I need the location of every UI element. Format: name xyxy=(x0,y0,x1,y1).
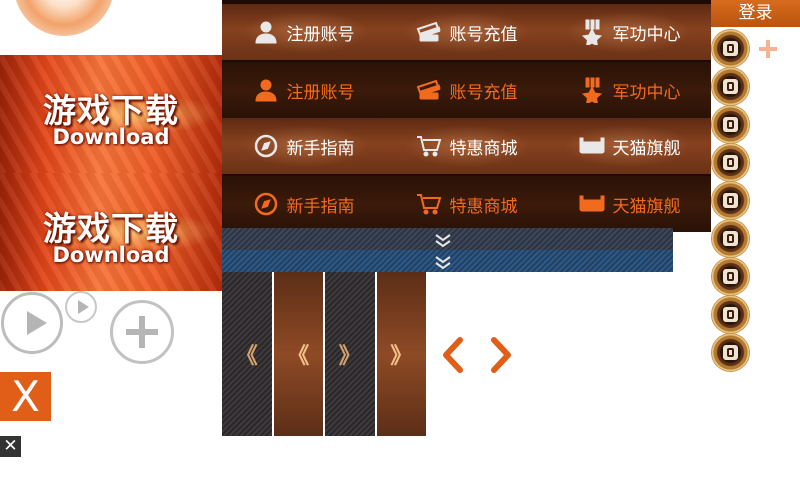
menu-row: 注册账号 账号充值 军功中心 xyxy=(222,62,711,118)
menu-item-label: 注册账号 xyxy=(286,82,355,103)
banner-title-en: Download xyxy=(52,125,170,149)
login-button[interactable]: 登录 xyxy=(711,0,800,27)
prev-page-button[interactable]: 《 xyxy=(222,272,272,436)
tmall-icon xyxy=(579,137,604,154)
user-icon xyxy=(254,21,277,44)
compass-icon xyxy=(254,192,277,216)
menu-item-tmall-store[interactable]: 天猫旗舰 xyxy=(548,176,711,232)
pager-buttons: 《 《 》 》 xyxy=(222,272,426,436)
menu-item-merit-center[interactable]: 军功中心 xyxy=(548,4,711,60)
clapper-icon[interactable] xyxy=(712,258,749,295)
download-banner-2[interactable]: 游戏下载 Download xyxy=(0,173,222,291)
headset-icon[interactable] xyxy=(712,144,749,181)
medal-star-icon xyxy=(581,19,602,45)
menu-item-label: 新手指南 xyxy=(286,196,355,217)
menu-item-beginner-guide[interactable]: 新手指南 xyxy=(222,176,385,232)
menu-item-register[interactable]: 注册账号 xyxy=(222,4,385,60)
link-icon[interactable] xyxy=(712,30,749,67)
expand-toggle[interactable] xyxy=(222,228,673,272)
top-glow xyxy=(0,0,222,55)
chevron-right-icon xyxy=(491,337,511,373)
menu-item-label: 军功中心 xyxy=(612,82,681,103)
download-banner-1[interactable]: 游戏下载 Download xyxy=(0,55,222,173)
medal-star-icon xyxy=(581,77,602,103)
menu-item-label: 军功中心 xyxy=(612,24,681,45)
menu-item-label: 特惠商城 xyxy=(449,196,518,217)
plus-icon[interactable] xyxy=(757,38,779,60)
list-icon[interactable] xyxy=(712,334,749,371)
user-icon xyxy=(254,79,277,102)
chevron-left-icon xyxy=(443,337,463,373)
menu-item-discount-mall[interactable]: 特惠商城 xyxy=(385,176,548,232)
close-button-small[interactable]: ✕ xyxy=(0,436,21,457)
menu-item-merit-center[interactable]: 军功中心 xyxy=(548,62,711,118)
plus-circle-icon[interactable] xyxy=(110,300,174,364)
grid-icon[interactable] xyxy=(712,182,749,219)
next-page-button-hover[interactable]: 》 xyxy=(376,272,426,436)
menu-item-recharge[interactable]: 账号充值 xyxy=(385,62,548,118)
tmall-icon xyxy=(579,195,604,212)
prev-next-arrows xyxy=(443,337,511,373)
menu-item-label: 账号充值 xyxy=(449,82,518,103)
next-page-button[interactable]: 》 xyxy=(325,272,375,436)
cart-icon xyxy=(416,136,441,157)
sword-icon[interactable] xyxy=(712,106,749,143)
menu-item-recharge[interactable]: 账号充值 xyxy=(385,4,548,60)
tag-icon[interactable] xyxy=(712,68,749,105)
menu-item-beginner-guide[interactable]: 新手指南 xyxy=(222,118,385,174)
expand-toggle-hover xyxy=(222,250,673,272)
menu-item-label: 新手指南 xyxy=(286,138,355,159)
menu-item-label: 天猫旗舰 xyxy=(612,138,681,159)
menu-item-label: 天猫旗舰 xyxy=(612,196,681,217)
menu-item-label: 特惠商城 xyxy=(449,138,518,159)
banner-title-en: Download xyxy=(52,243,170,267)
menu-item-tmall-store[interactable]: 天猫旗舰 xyxy=(548,118,711,174)
chevron-double-down-icon xyxy=(435,256,451,270)
menu-item-label: 账号充值 xyxy=(449,24,518,45)
menu-row: 新手指南 特惠商城 天猫旗舰 xyxy=(222,118,711,174)
card-icon xyxy=(416,79,441,100)
menu-item-discount-mall[interactable]: 特惠商城 xyxy=(385,118,548,174)
prev-page-button-hover[interactable]: 《 xyxy=(273,272,323,436)
menu-row: 新手指南 特惠商城 天猫旗舰 xyxy=(222,176,711,232)
film-reel-icon[interactable] xyxy=(712,296,749,333)
play-small-icon[interactable] xyxy=(65,291,97,323)
helmet-icon[interactable] xyxy=(712,220,749,257)
cart-icon xyxy=(416,194,441,215)
play-large-icon[interactable] xyxy=(1,292,63,354)
menu-item-label: 注册账号 xyxy=(286,24,355,45)
menu-item-register[interactable]: 注册账号 xyxy=(222,62,385,118)
compass-icon xyxy=(254,134,277,158)
menu-row: 注册账号 账号充值 军功中心 xyxy=(222,4,711,60)
card-icon xyxy=(416,21,441,42)
chevron-double-down-icon xyxy=(435,234,451,248)
expand-toggle-normal xyxy=(222,228,673,250)
nav-menu-sprite: 注册账号 账号充值 军功中心 注册账号 账号充值 军功中心 新手指南 特惠商城 … xyxy=(222,0,711,232)
close-button-large[interactable]: X xyxy=(0,372,51,421)
